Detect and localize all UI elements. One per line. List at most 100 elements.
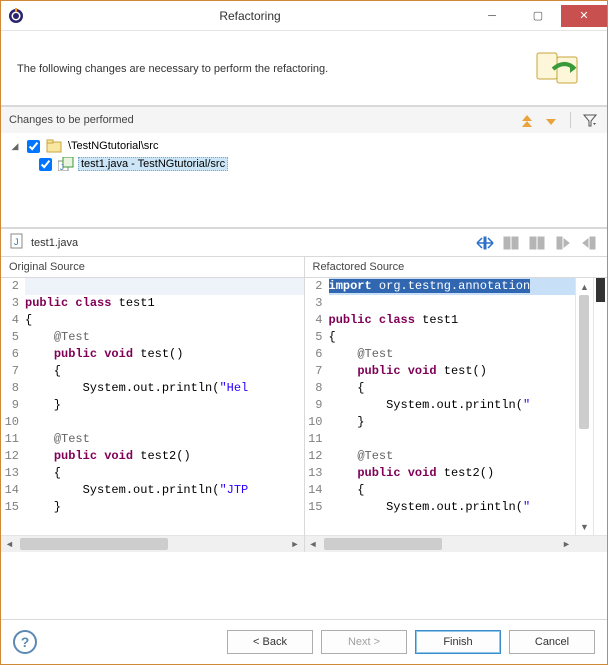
line-number: 6 — [1, 346, 25, 363]
code-line[interactable]: 11 @Test — [1, 431, 304, 448]
window-title: Refactoring — [31, 9, 469, 23]
code-line[interactable]: 10 — [1, 414, 304, 431]
code-line[interactable]: 13 public void test2() — [305, 465, 576, 482]
folder-icon — [46, 138, 62, 154]
code-text: public class test1 — [25, 295, 304, 312]
tree-child-checkbox[interactable] — [39, 158, 52, 171]
code-line[interactable]: 15 System.out.println(" — [305, 499, 576, 516]
close-button[interactable]: ✕ — [561, 5, 607, 27]
original-source-pane[interactable]: 23public class test14{5 @Test6 public vo… — [1, 278, 305, 552]
line-number: 7 — [1, 363, 25, 380]
code-text: } — [25, 397, 304, 414]
line-number: 3 — [1, 295, 25, 312]
code-line[interactable]: 8 System.out.println("Hel — [1, 380, 304, 397]
code-line[interactable]: 7 public void test() — [305, 363, 576, 380]
line-number: 13 — [1, 465, 25, 482]
finish-button[interactable]: Finish — [415, 630, 501, 654]
refactored-source-pane[interactable]: 2import org.testng.annotation34public cl… — [305, 278, 608, 552]
code-text: public class test1 — [329, 312, 576, 329]
code-text — [329, 431, 576, 448]
code-line[interactable]: 12 public void test2() — [1, 448, 304, 465]
right-vscrollbar[interactable]: ▲ ▼ — [575, 278, 593, 535]
filter-icon[interactable] — [581, 111, 599, 129]
code-text — [25, 278, 304, 295]
expand-up-icon[interactable] — [542, 111, 560, 129]
file-name: test1.java — [31, 237, 469, 249]
copy-all-nonconflicting-icon[interactable] — [475, 234, 495, 252]
maximize-button[interactable]: ▢ — [515, 5, 561, 27]
scroll-right-icon[interactable]: ► — [287, 536, 304, 553]
code-line[interactable]: 12 @Test — [305, 448, 576, 465]
line-number: 6 — [305, 346, 329, 363]
code-text: { — [25, 363, 304, 380]
line-number: 12 — [1, 448, 25, 465]
code-line[interactable]: 5 @Test — [1, 329, 304, 346]
tree-root-checkbox[interactable] — [27, 140, 40, 153]
copy-current-right-icon — [527, 234, 547, 252]
code-text: } — [329, 414, 576, 431]
code-line[interactable]: 6 @Test — [305, 346, 576, 363]
original-source-label: Original Source — [1, 257, 305, 277]
code-text — [329, 295, 576, 312]
code-text: @Test — [329, 448, 576, 465]
code-line[interactable]: 13 { — [1, 465, 304, 482]
line-number: 11 — [305, 431, 329, 448]
code-line[interactable]: 15 } — [1, 499, 304, 516]
cancel-button[interactable]: Cancel — [509, 630, 595, 654]
code-text: { — [25, 465, 304, 482]
changes-header: Changes to be performed — [1, 106, 607, 133]
code-line[interactable]: 3 — [305, 295, 576, 312]
header-message: The following changes are necessary to p… — [17, 63, 535, 75]
code-text: @Test — [329, 346, 576, 363]
code-line[interactable]: 11 — [305, 431, 576, 448]
overview-ruler[interactable] — [593, 278, 607, 535]
line-number: 11 — [1, 431, 25, 448]
scroll-left-icon[interactable]: ◄ — [305, 536, 322, 553]
tree-root-label: \TestNGtutorial\src — [66, 140, 160, 152]
code-text: System.out.println("JTP — [25, 482, 304, 499]
titlebar: Refactoring ─ ▢ ✕ — [1, 1, 607, 31]
code-line[interactable]: 3public class test1 — [1, 295, 304, 312]
line-number: 2 — [305, 278, 329, 295]
code-line[interactable]: 9 System.out.println(" — [305, 397, 576, 414]
help-icon[interactable]: ? — [13, 630, 37, 654]
minimize-button[interactable]: ─ — [469, 5, 515, 27]
code-line[interactable]: 14 { — [305, 482, 576, 499]
code-text: System.out.println(" — [329, 499, 576, 516]
code-line[interactable]: 6 public void test() — [1, 346, 304, 363]
code-line[interactable]: 2import org.testng.annotation — [305, 278, 576, 295]
app-icon — [1, 8, 31, 24]
next-diff-icon[interactable] — [553, 234, 573, 252]
code-line[interactable]: 7 { — [1, 363, 304, 380]
tree-root-row[interactable]: ◢ \TestNGtutorial\src — [9, 137, 599, 155]
code-line[interactable]: 14 System.out.println("JTP — [1, 482, 304, 499]
code-text: @Test — [25, 329, 304, 346]
changes-tree[interactable]: ◢ \TestNGtutorial\src J test1.java - Tes… — [1, 133, 607, 228]
scroll-up-icon[interactable]: ▲ — [576, 278, 593, 295]
tree-child-row[interactable]: J test1.java - TestNGtutorial/src — [9, 155, 599, 173]
expand-down-icon[interactable] — [518, 111, 536, 129]
changes-label: Changes to be performed — [9, 114, 512, 126]
left-hscrollbar[interactable]: ◄ ► — [1, 535, 304, 552]
line-number: 4 — [305, 312, 329, 329]
back-button[interactable]: < Back — [227, 630, 313, 654]
collapse-icon[interactable]: ◢ — [9, 141, 21, 152]
scroll-right-icon[interactable]: ► — [558, 536, 575, 553]
code-line[interactable]: 9 } — [1, 397, 304, 414]
refactor-icon — [535, 49, 591, 89]
code-line[interactable]: 4public class test1 — [305, 312, 576, 329]
code-line[interactable]: 8 { — [305, 380, 576, 397]
line-number: 14 — [1, 482, 25, 499]
line-number: 2 — [1, 278, 25, 295]
right-hscrollbar[interactable]: ◄ ► — [305, 535, 608, 552]
scroll-left-icon[interactable]: ◄ — [1, 536, 18, 553]
code-line[interactable]: 10 } — [305, 414, 576, 431]
scroll-down-icon[interactable]: ▼ — [576, 518, 593, 535]
tree-child-label: test1.java - TestNGtutorial/src — [78, 157, 228, 171]
code-line[interactable]: 5{ — [305, 329, 576, 346]
code-line[interactable]: 2 — [1, 278, 304, 295]
header: The following changes are necessary to p… — [1, 31, 607, 106]
prev-diff-icon[interactable] — [579, 234, 599, 252]
refactored-source-label: Refactored Source — [305, 257, 608, 277]
code-line[interactable]: 4{ — [1, 312, 304, 329]
